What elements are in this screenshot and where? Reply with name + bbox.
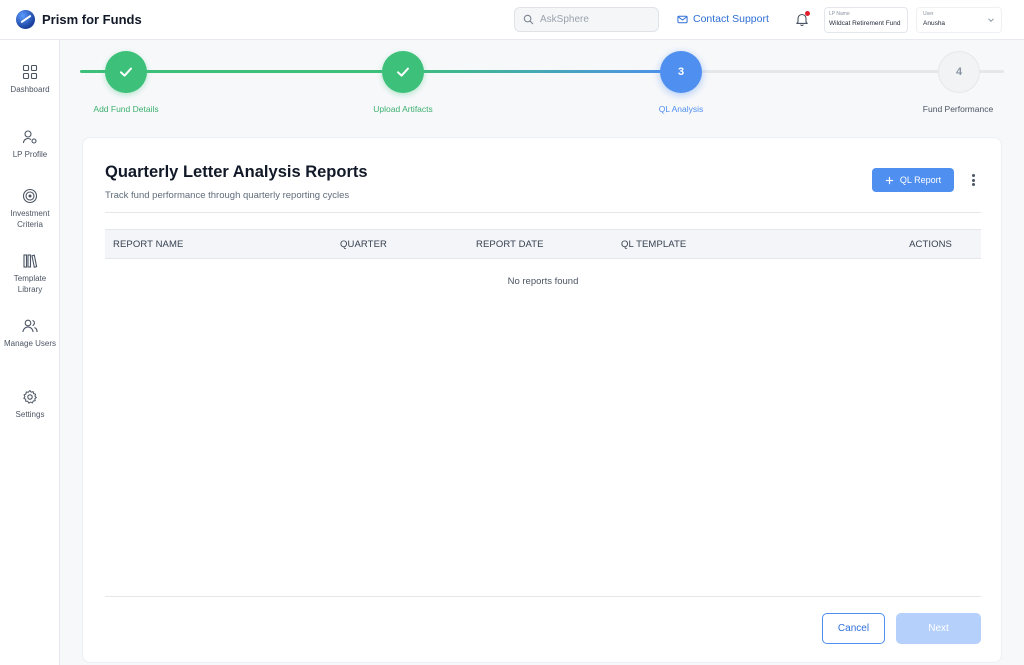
step-connector-progress xyxy=(403,70,681,73)
step-4-label: Fund Performance xyxy=(922,104,994,114)
sidebar-item-settings[interactable]: Settings xyxy=(0,389,60,420)
step-3-circle[interactable]: 3 xyxy=(660,51,702,93)
table-header: REPORT NAME QUARTER REPORT DATE QL TEMPL… xyxy=(105,229,981,259)
lp-name-field: LP Name Wildcat Retirement Fund xyxy=(824,7,908,33)
app-name: Prism for Funds xyxy=(42,12,142,27)
next-button[interactable]: Next xyxy=(896,613,981,644)
cancel-button[interactable]: Cancel xyxy=(822,613,885,644)
header-divider xyxy=(105,212,981,213)
sidebar-item-label: Manage Users xyxy=(3,339,57,348)
column-header-report-name: REPORT NAME xyxy=(113,239,184,250)
gear-icon xyxy=(23,390,37,404)
top-bar: Prism for Funds Contact Support LP Name … xyxy=(0,0,1024,40)
step-2-label: Upload Artifacts xyxy=(373,104,433,114)
empty-state-message: No reports found xyxy=(507,276,579,287)
prism-logo-icon xyxy=(16,10,35,29)
user-value: Anusha xyxy=(923,20,946,27)
column-header-quarter: QUARTER xyxy=(340,239,387,250)
user-select[interactable]: User Anusha xyxy=(916,7,1002,33)
grid-icon xyxy=(22,64,38,80)
sidebar-item-label: Investment Criteria xyxy=(10,209,50,229)
add-ql-report-button[interactable]: QL Report xyxy=(872,168,954,192)
page-subtitle: Track fund performance through quarterly… xyxy=(105,190,350,201)
page-title: Quarterly Letter Analysis Reports xyxy=(105,163,368,181)
user-label: User xyxy=(923,11,934,17)
mail-icon xyxy=(677,15,688,23)
brand[interactable]: Prism for Funds xyxy=(16,10,142,29)
progress-stepper: 3 4 Add Fund Details Upload Artifacts QL… xyxy=(80,50,1005,120)
chevron-down-icon xyxy=(988,18,994,23)
column-header-actions: ACTIONS xyxy=(909,239,952,250)
step-1-label: Add Fund Details xyxy=(93,104,159,114)
users-icon xyxy=(22,319,38,333)
sidebar-item-dashboard[interactable]: Dashboard xyxy=(0,64,60,95)
step-4-circle[interactable]: 4 xyxy=(938,51,980,93)
step-1-circle[interactable] xyxy=(105,51,147,93)
sidebar-item-label: Dashboard xyxy=(10,85,50,94)
notifications-button[interactable] xyxy=(794,11,810,27)
more-options-icon[interactable] xyxy=(967,172,979,188)
sidebar-item-label: Template Library xyxy=(13,274,47,294)
step-2-circle[interactable] xyxy=(382,51,424,93)
sidebar-item-label: LP Profile xyxy=(12,150,48,159)
footer-divider xyxy=(105,596,981,597)
lp-name-label: LP Name xyxy=(829,11,850,17)
contact-support-label: Contact Support xyxy=(693,13,769,25)
sidebar-item-investment-criteria[interactable]: Investment Criteria xyxy=(0,188,60,230)
reports-card: Quarterly Letter Analysis Reports Track … xyxy=(82,137,1002,663)
lp-name-value: Wildcat Retirement Fund xyxy=(829,20,901,27)
search-input[interactable] xyxy=(540,14,650,25)
sidebar-item-label: Settings xyxy=(15,410,45,419)
library-icon xyxy=(23,254,38,268)
column-header-report-date: REPORT DATE xyxy=(476,239,544,250)
user-settings-icon xyxy=(22,130,37,144)
target-icon xyxy=(22,188,38,204)
sidebar-item-manage-users[interactable]: Manage Users xyxy=(0,318,60,349)
contact-support-link[interactable]: Contact Support xyxy=(677,13,769,25)
search-box[interactable] xyxy=(514,7,659,32)
search-icon xyxy=(523,14,534,25)
notification-dot xyxy=(805,11,810,16)
sidebar: Dashboard LP Profile Investment Criteria… xyxy=(0,40,60,665)
column-header-ql-template: QL TEMPLATE xyxy=(621,239,687,250)
check-icon xyxy=(120,67,132,77)
step-3-label: QL Analysis xyxy=(658,104,704,114)
plus-icon xyxy=(885,176,894,184)
sidebar-item-template-library[interactable]: Template Library xyxy=(0,253,60,295)
sidebar-item-lp-profile[interactable]: LP Profile xyxy=(0,129,60,160)
check-icon xyxy=(397,67,409,77)
add-ql-report-label: QL Report xyxy=(899,175,942,185)
